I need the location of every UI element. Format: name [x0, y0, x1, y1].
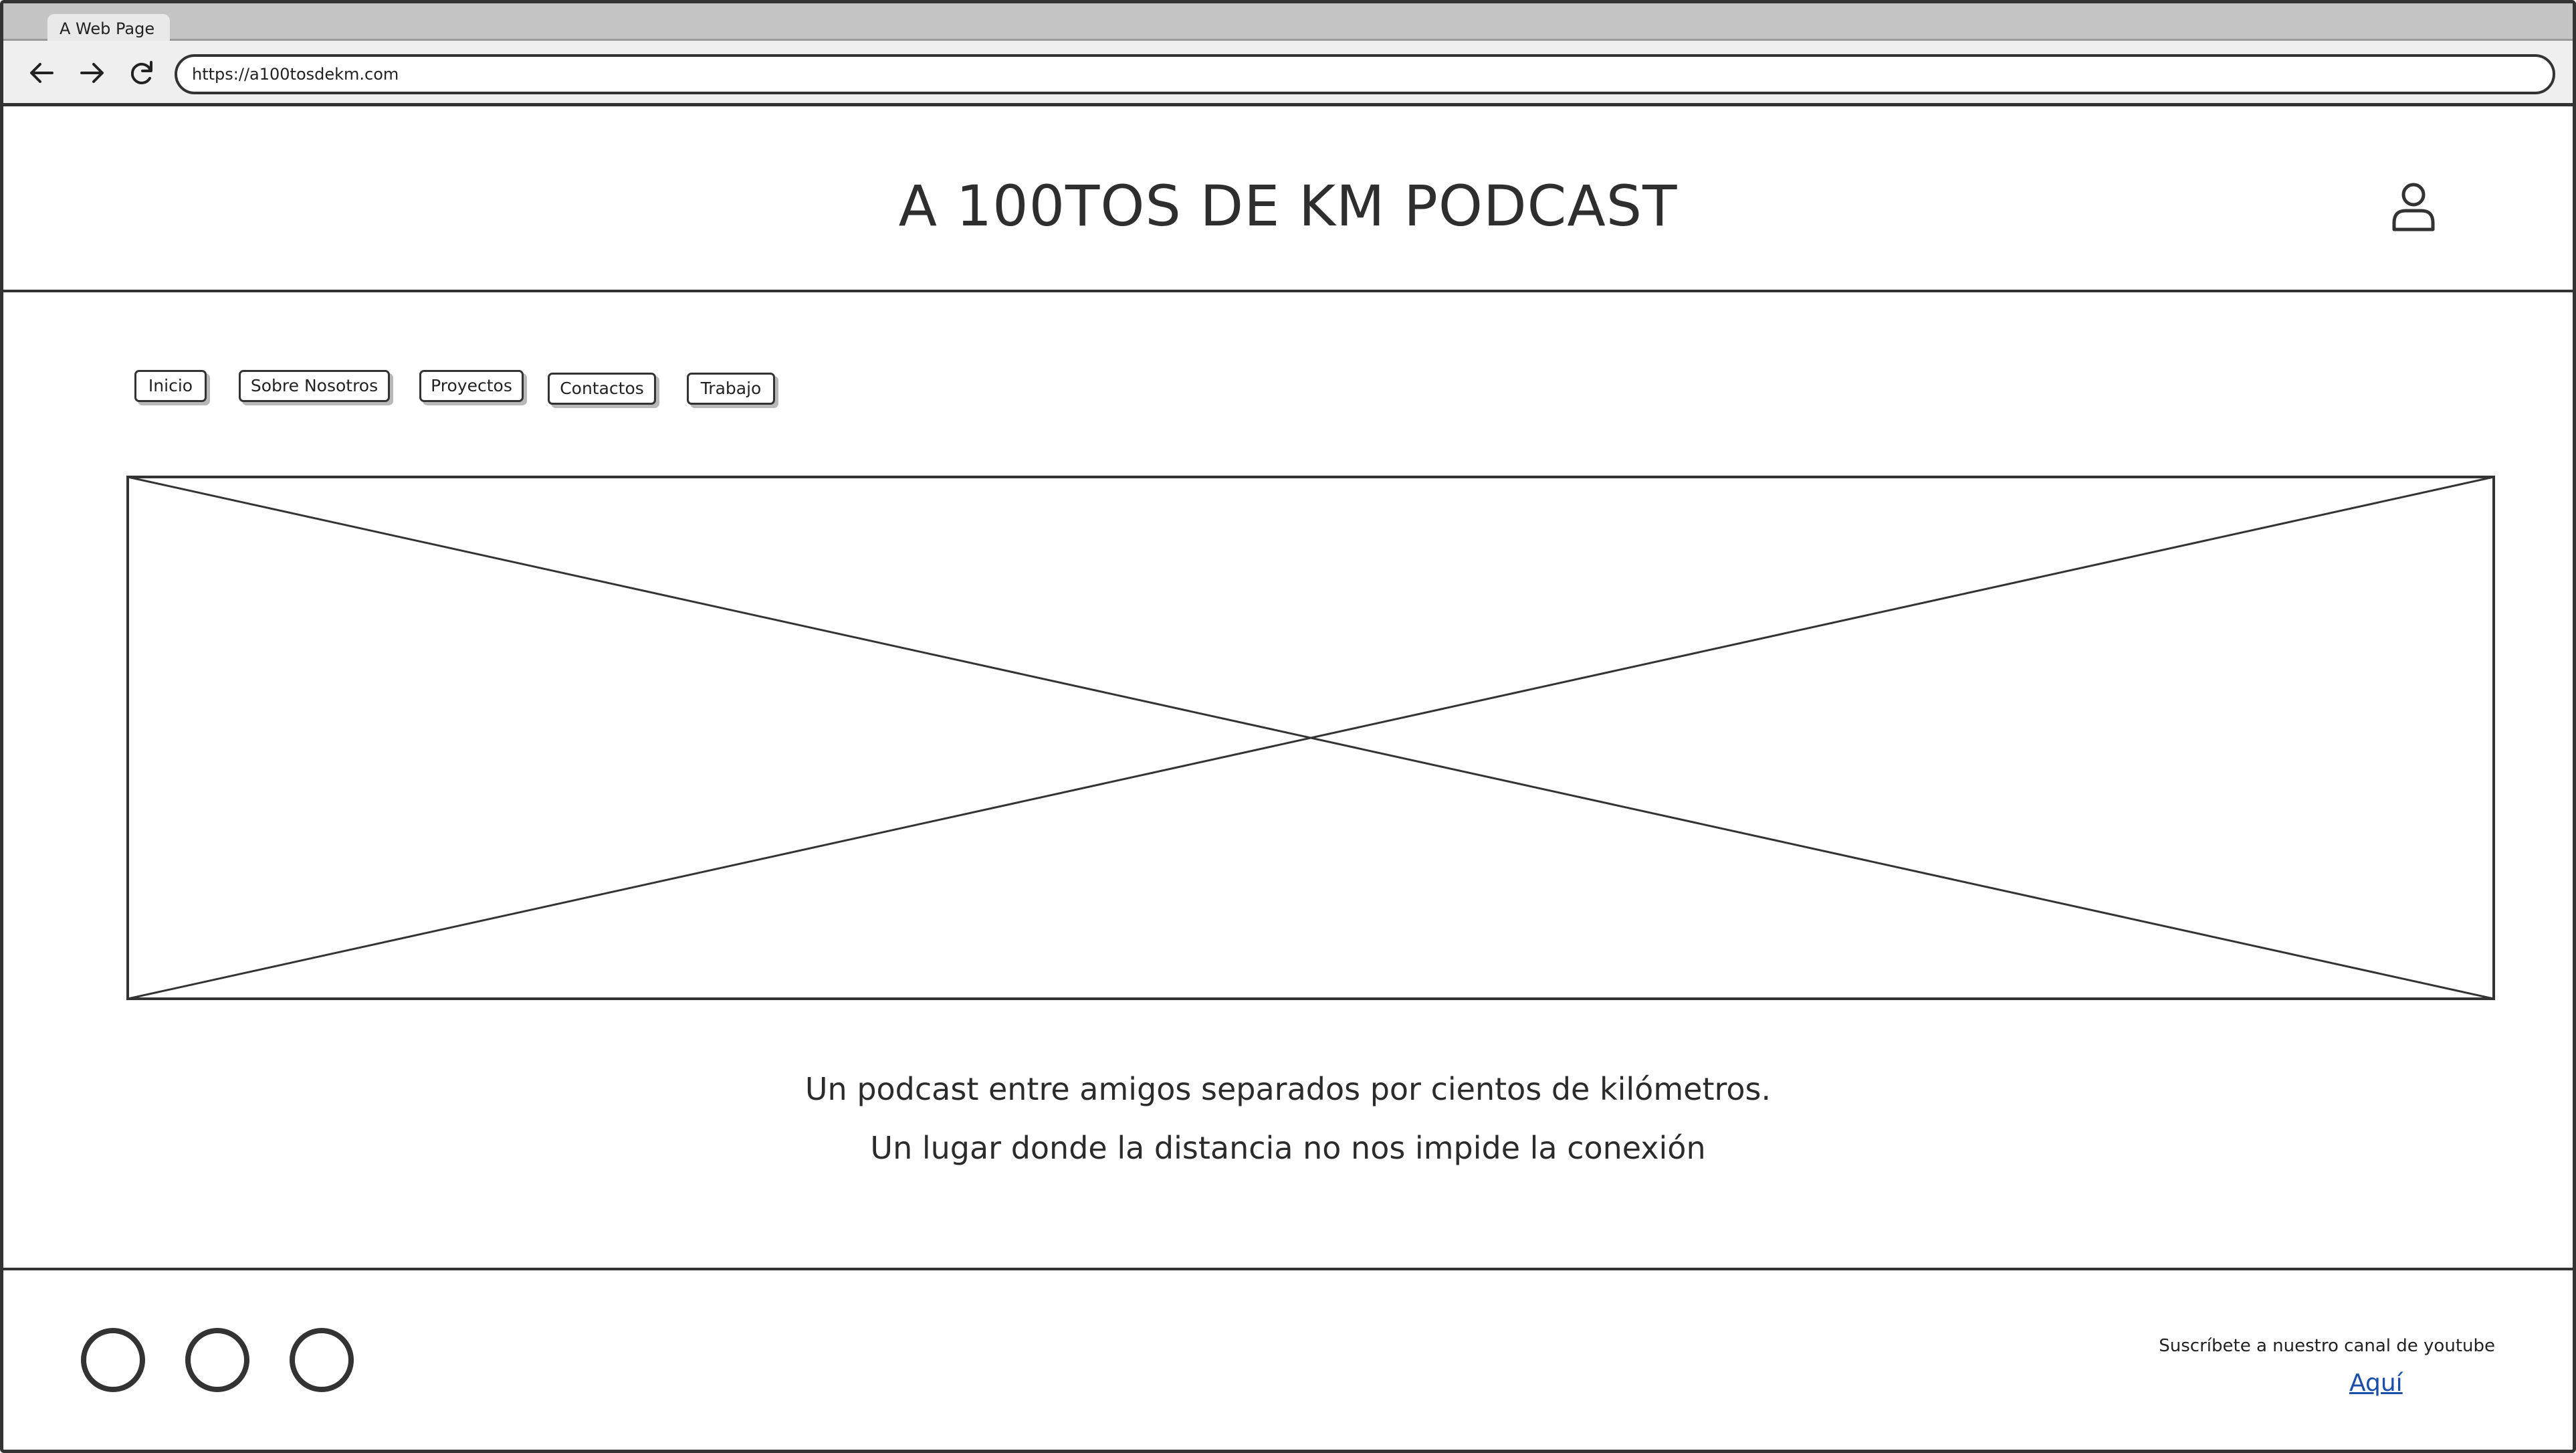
- nav-button-sobre-nosotros[interactable]: Sobre Nosotros: [239, 370, 390, 402]
- browser-toolbar: https://a100tosdekm.com: [3, 41, 2573, 106]
- user-icon[interactable]: [2391, 181, 2436, 232]
- nav-button-trabajo[interactable]: Trabajo: [687, 373, 775, 405]
- nav-button-proyectos[interactable]: Proyectos: [419, 370, 524, 402]
- nav-button-contactos[interactable]: Contactos: [548, 373, 656, 405]
- nav-button-inicio[interactable]: Inicio: [134, 370, 207, 402]
- social-icon-3[interactable]: [290, 1328, 354, 1392]
- tab-strip: A Web Page: [3, 3, 2573, 43]
- reload-icon[interactable]: [122, 56, 161, 90]
- tagline-line-2: Un lugar donde la distancia no nos impid…: [870, 1130, 1706, 1166]
- image-placeholder: [126, 476, 2495, 1000]
- address-bar[interactable]: https://a100tosdekm.com: [175, 54, 2555, 94]
- subscribe-text: Suscríbete a nuestro canal de youtube: [2159, 1336, 2495, 1356]
- site-header: A 100TOS DE KM PODCAST: [3, 106, 2573, 292]
- page-title: A 100TOS DE KM PODCAST: [898, 173, 1678, 239]
- browser-tab[interactable]: A Web Page: [47, 14, 170, 43]
- tagline-line-1: Un podcast entre amigos separados por ci…: [804, 1071, 1772, 1107]
- back-arrow-icon[interactable]: [22, 56, 61, 90]
- browser-window: A Web Page https://a100tosdekm.com A 100…: [0, 0, 2576, 1453]
- forward-arrow-icon[interactable]: [73, 56, 112, 90]
- social-icon-2[interactable]: [185, 1328, 249, 1392]
- social-icon-1[interactable]: [81, 1328, 145, 1392]
- site-footer: Suscríbete a nuestro canal de youtube Aq…: [3, 1268, 2573, 1452]
- youtube-link[interactable]: Aquí: [2349, 1369, 2403, 1397]
